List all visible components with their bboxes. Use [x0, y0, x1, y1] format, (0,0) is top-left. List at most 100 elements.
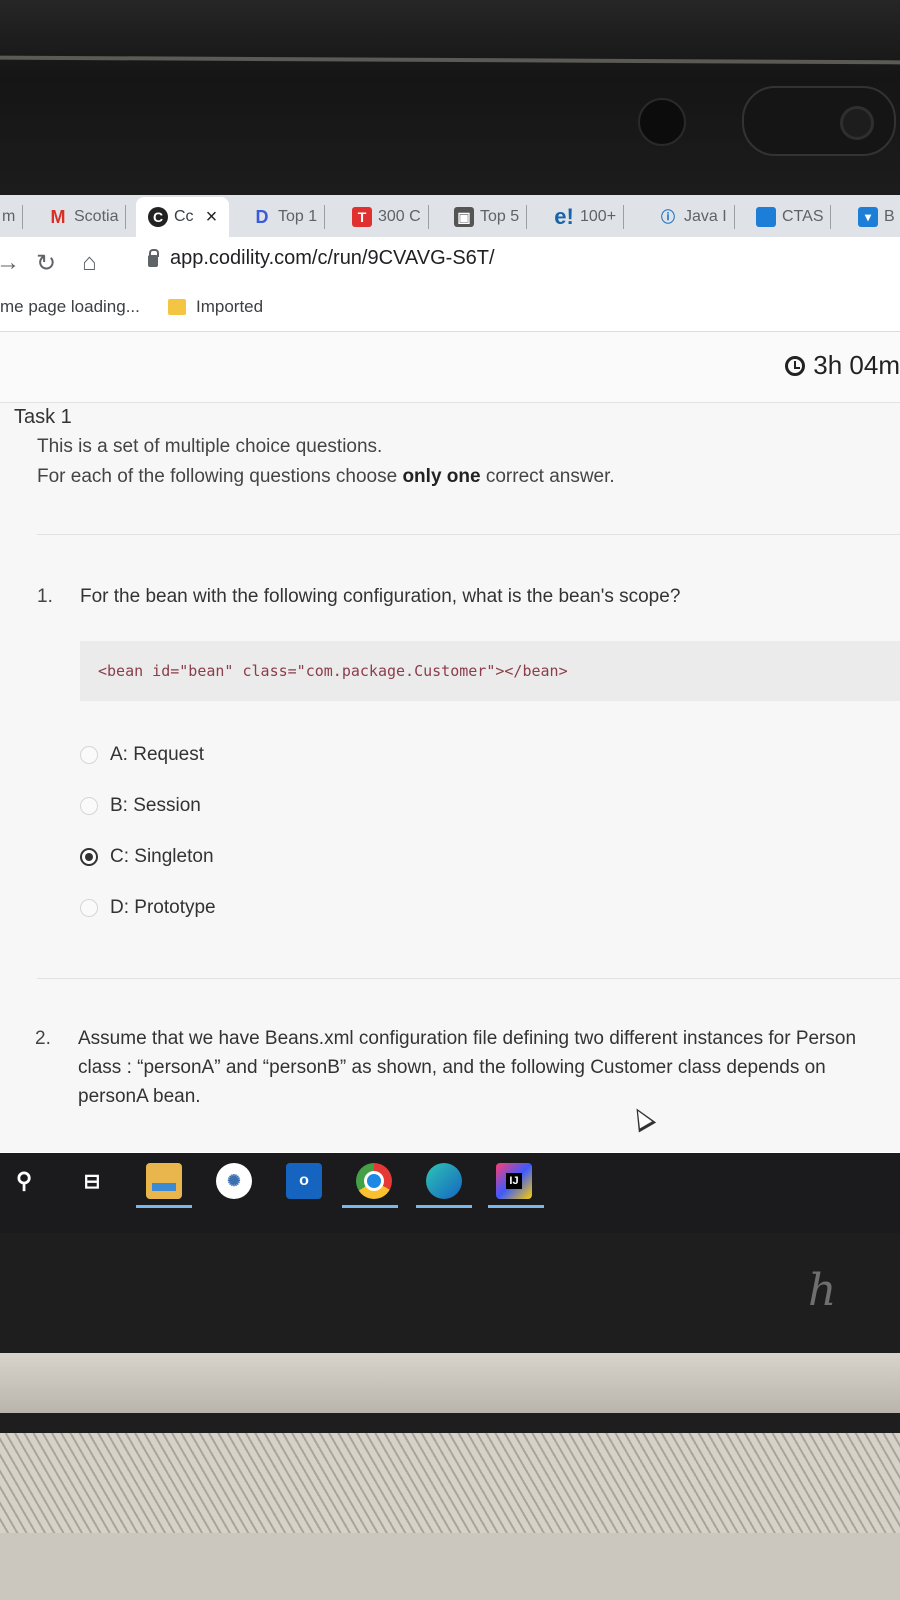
t-icon: T — [352, 207, 372, 227]
shutter-dot — [840, 106, 874, 140]
bookmark-item[interactable]: me page loading... — [0, 297, 140, 317]
divider — [37, 534, 900, 535]
tab-label: Top 5 — [480, 208, 520, 225]
tab-label: Cc — [174, 208, 194, 225]
intellij-letters: IJ — [506, 1173, 522, 1189]
intro-line-2: For each of the following questions choo… — [37, 462, 615, 492]
intellij-icon[interactable]: IJ — [496, 1163, 532, 1199]
cube-icon: ▣ — [454, 207, 474, 227]
laptop-hinge — [0, 1353, 900, 1413]
forward-icon[interactable]: → — [0, 249, 20, 277]
tab-label: 300 C — [378, 208, 421, 225]
intro-text: For each of the following questions choo… — [37, 466, 403, 487]
e-icon: e! — [554, 204, 574, 229]
app-icon[interactable]: ✺ — [216, 1163, 252, 1199]
tab-0[interactable]: m — [2, 203, 24, 231]
divider — [37, 978, 900, 979]
task-intro: This is a set of multiple choice questio… — [37, 432, 615, 492]
tab-8[interactable]: CTAS — [756, 203, 832, 231]
tab-label: Java I — [684, 208, 727, 225]
lock-icon — [148, 248, 159, 267]
reload-icon[interactable]: ↻ — [36, 249, 56, 278]
tab-4[interactable]: T 300 C — [352, 203, 429, 231]
intro-line-1: This is a set of multiple choice questio… — [37, 436, 383, 457]
file-explorer-icon[interactable] — [146, 1163, 182, 1199]
laptop-bezel — [0, 0, 900, 195]
edge-icon[interactable] — [426, 1163, 462, 1199]
tab-3[interactable]: D Top 1 — [252, 203, 326, 231]
speaker-grille — [0, 1433, 900, 1533]
url-text: app.codility.com/c/run/9CVAVG-S6T/ — [170, 247, 495, 269]
tab-1[interactable]: M Scotia — [48, 203, 127, 231]
intro-emphasis: only one — [402, 466, 481, 487]
bookmarks-bar: me page loading... Imported — [0, 287, 900, 332]
timer: 3h 04m — [785, 350, 900, 381]
option-label: A: Request — [110, 744, 204, 765]
tab-label: B — [884, 208, 895, 225]
bezel-edge — [0, 55, 900, 65]
square-icon — [756, 207, 776, 227]
tab-6[interactable]: e! 100+ — [554, 203, 625, 231]
intro-text: correct answer. — [480, 466, 615, 487]
folder-icon — [168, 299, 186, 315]
answer-option-c[interactable]: C: Singleton — [80, 846, 214, 868]
tab-label: 100+ — [580, 208, 617, 225]
bookmark-folder-imported[interactable]: Imported — [168, 297, 263, 317]
top-icon: D — [255, 206, 269, 227]
laptop-deck: ℎ — [0, 1233, 900, 1600]
answer-option-b[interactable]: B: Session — [80, 795, 201, 817]
radio-button[interactable] — [80, 899, 98, 917]
tab-label: CTAS — [782, 208, 824, 225]
question-number: 2. — [35, 1028, 51, 1049]
answer-option-a[interactable]: A: Request — [80, 744, 204, 766]
answer-option-d[interactable]: D: Prototype — [80, 897, 216, 919]
screen: m M Scotia C Cc × D Top 1 T 300 C ▣ Top … — [0, 195, 900, 1233]
home-icon[interactable]: ⌂ — [82, 249, 97, 277]
gmail-icon: M — [50, 206, 66, 227]
active-indicator — [416, 1205, 472, 1208]
timer-bar: 3h 04m — [0, 332, 900, 403]
close-icon[interactable]: × — [206, 206, 218, 229]
tab-label: m — [2, 208, 16, 225]
hp-logo-icon: ℎ — [808, 1265, 837, 1316]
tab-5[interactable]: ▣ Top 5 — [454, 203, 528, 231]
tab-label: Top 1 — [278, 208, 318, 225]
tab-2[interactable]: C Cc × — [136, 197, 230, 237]
question-text: For the bean with the following configur… — [80, 586, 681, 607]
option-label: C: Singleton — [110, 846, 214, 867]
radio-button-selected[interactable] — [80, 848, 98, 866]
windows-taskbar: ⚲ ⊟ ✺ o IJ — [0, 1153, 900, 1233]
option-label: D: Prototype — [110, 897, 216, 918]
codility-icon: C — [148, 207, 168, 227]
timer-value: 3h 04m — [813, 350, 900, 380]
shield-icon: ▾ — [858, 207, 878, 227]
bookmark-label: Imported — [196, 297, 264, 316]
question-number: 1. — [37, 586, 53, 607]
task-view-icon[interactable]: ⊟ — [74, 1163, 110, 1199]
radio-button[interactable] — [80, 746, 98, 764]
active-indicator — [342, 1205, 398, 1208]
radio-button[interactable] — [80, 797, 98, 815]
active-indicator — [488, 1205, 544, 1208]
tab-label: Scotia — [74, 208, 119, 225]
tab-7[interactable]: ⓘ Java I — [658, 203, 735, 231]
code-block: <bean id="bean" class="com.package.Custo… — [80, 641, 900, 701]
question-text: Assume that we have Beans.xml configurat… — [78, 1028, 857, 1107]
option-label: B: Session — [110, 795, 201, 816]
browser-toolbar: → ↻ ⌂ app.codility.com/c/run/9CVAVG-S6T/ — [0, 237, 900, 287]
chrome-icon[interactable] — [356, 1163, 392, 1199]
tab-9[interactable]: ▾ B — [858, 203, 895, 231]
codility-page: 3h 04m Task 1 This is a set of multiple … — [0, 332, 900, 1152]
address-bar[interactable]: app.codility.com/c/run/9CVAVG-S6T/ — [148, 247, 495, 270]
webcam — [638, 98, 686, 146]
palm-rest — [0, 1533, 900, 1600]
browser-tab-strip: m M Scotia C Cc × D Top 1 T 300 C ▣ Top … — [0, 195, 900, 237]
bookmark-label: me page loading... — [0, 297, 140, 316]
camera-shutter — [742, 86, 896, 156]
search-icon[interactable]: ⚲ — [6, 1163, 42, 1199]
active-indicator — [136, 1205, 192, 1208]
clock-icon — [785, 355, 806, 376]
task-title: Task 1 — [14, 406, 72, 428]
info-icon: ⓘ — [661, 209, 675, 225]
outlook-icon[interactable]: o — [286, 1163, 322, 1199]
